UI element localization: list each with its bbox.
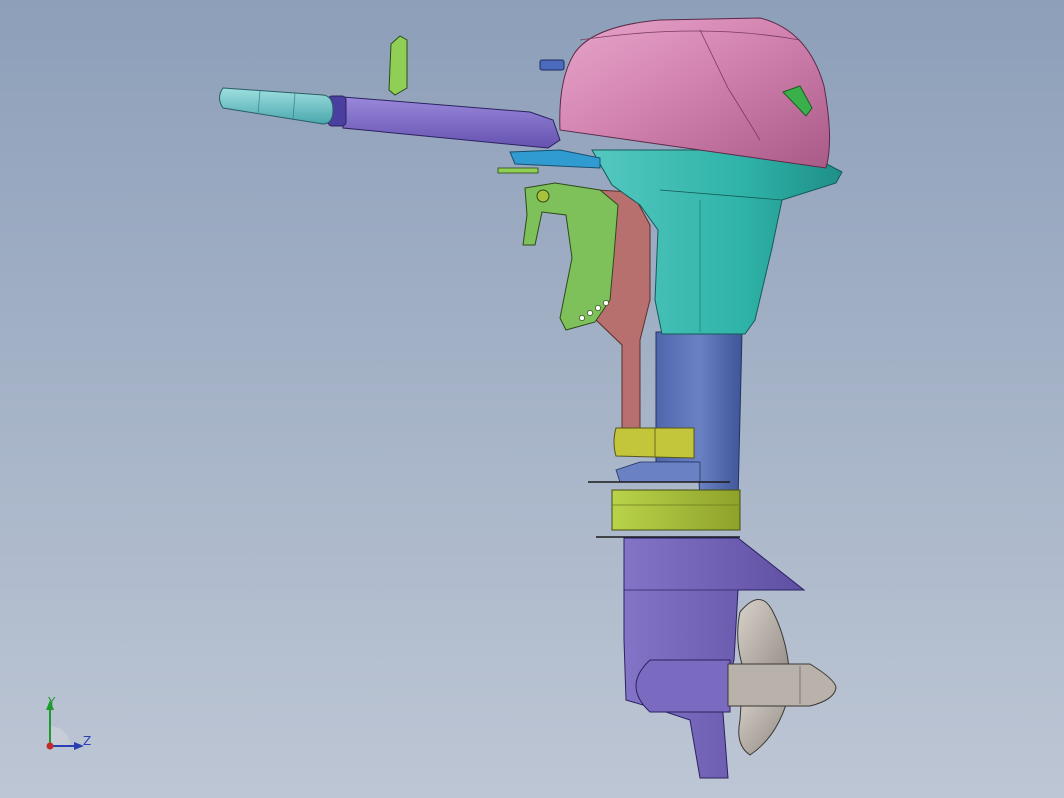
propeller-hub	[727, 663, 837, 707]
axis-y-label: Y	[48, 695, 56, 709]
torpedo-nose[interactable]	[635, 659, 731, 713]
anti-ventilation-plate[interactable]	[611, 489, 741, 531]
pivot-pin	[497, 167, 539, 174]
coordinate-triad: Y Z	[36, 696, 106, 760]
tiller-lever[interactable]	[388, 35, 408, 96]
outboard-motor-model[interactable]	[0, 0, 1064, 798]
tiller-assembly[interactable]	[219, 35, 561, 149]
housing-skirt	[615, 461, 701, 483]
cowl-latch[interactable]	[539, 59, 565, 71]
triad-quadrant	[50, 726, 70, 746]
x-axis-dot	[46, 742, 54, 750]
cad-viewport[interactable]: Y Z	[0, 0, 1064, 798]
clamp-bracket[interactable]	[522, 182, 619, 331]
tilt-hole	[579, 315, 585, 321]
tilt-hole	[603, 300, 609, 306]
clamp-pivot[interactable]	[536, 189, 550, 203]
triad-graphic	[46, 700, 84, 750]
throttle-grip[interactable]	[219, 87, 334, 125]
tiller-handle[interactable]	[342, 96, 561, 149]
steering-link[interactable]	[509, 149, 601, 169]
axis-z-label: Z	[83, 734, 92, 748]
mount-block[interactable]	[613, 427, 695, 459]
tilt-hole	[595, 305, 601, 311]
tilt-hole	[587, 310, 593, 316]
propeller[interactable]	[727, 599, 837, 756]
